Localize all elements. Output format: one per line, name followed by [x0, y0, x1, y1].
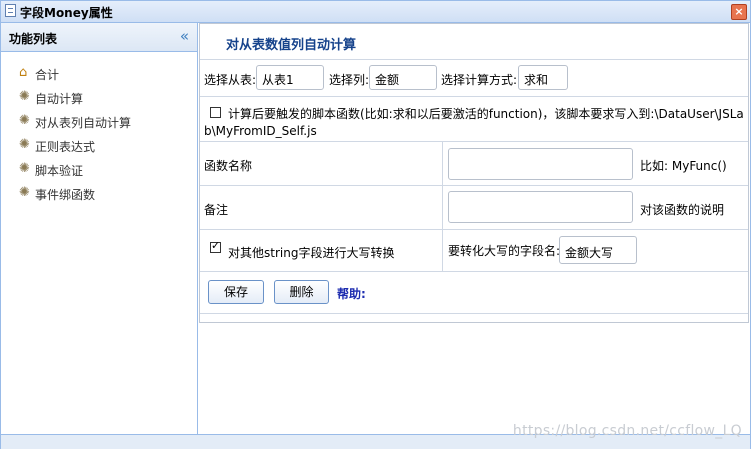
help-link[interactable]: 帮助: — [337, 285, 366, 302]
func-name-row: 函数名称 比如: MyFunc() — [200, 141, 748, 185]
func-name-input[interactable] — [448, 148, 633, 180]
delete-button[interactable]: 删除 — [274, 280, 329, 304]
column-divider — [442, 142, 443, 185]
sidebar-item-script-validate[interactable]: ✺ 脚本验证 — [19, 161, 131, 188]
sidebar-item-auto-calc[interactable]: ✺ 自动计算 — [19, 89, 131, 116]
uppercase-field-input[interactable]: 金额大写 — [559, 236, 637, 264]
sidebar-item-dtl-auto-calc[interactable]: ✺ 对从表列自动计算 — [19, 113, 132, 140]
func-name-hint: 比如: MyFunc() — [640, 159, 727, 173]
window-title: 字段Money属性 — [20, 6, 113, 20]
sidebar-item-label: 正则表达式 — [35, 140, 96, 154]
uppercase-field-label: 要转化大写的字段名: — [448, 244, 561, 258]
sidebar-title: 功能列表 — [9, 32, 58, 46]
sidebar-item-regex[interactable]: ✺ 正则表达式 — [19, 137, 131, 164]
close-icon[interactable]: × — [731, 4, 747, 20]
column-divider — [442, 230, 443, 271]
collapse-icon[interactable]: « — [180, 27, 189, 45]
select-row: 选择从表: 从表1 选择列: 金额 选择计算方式: 求和 — [200, 59, 748, 96]
script-checkbox[interactable] — [210, 107, 221, 118]
select-dtl-field[interactable]: 从表1 — [256, 65, 324, 90]
gear-icon: ✺ — [19, 185, 30, 200]
uppercase-label: 对其他string字段进行大写转换 — [228, 246, 395, 260]
document-icon — [5, 4, 16, 17]
remark-input[interactable] — [448, 191, 633, 223]
select-col-label: 选择列: — [329, 73, 370, 87]
func-name-label: 函数名称 — [204, 159, 253, 173]
calc-mode-field[interactable]: 求和 — [518, 65, 568, 90]
calc-mode-label: 选择计算方式: — [441, 73, 518, 87]
title-bar: 字段Money属性 × — [1, 1, 750, 23]
sidebar-item-label: 合计 — [35, 68, 60, 82]
sidebar-item-label: 对从表列自动计算 — [35, 116, 132, 130]
sidebar-item-label: 自动计算 — [35, 92, 84, 106]
form-footer — [200, 313, 748, 322]
form-frame: 对从表数值列自动计算 选择从表: 从表1 选择列: 金额 选择计算方式: 求和 … — [199, 23, 749, 323]
uppercase-row: 对其他string字段进行大写转换 要转化大写的字段名: 金额大写 — [200, 229, 748, 271]
remark-hint: 对该函数的说明 — [640, 203, 725, 217]
select-dtl-label: 选择从表: — [204, 73, 257, 87]
select-col-field[interactable]: 金额 — [369, 65, 437, 90]
uppercase-checkbox[interactable] — [210, 239, 221, 253]
script-description-line1: 计算后要触发的脚本函数(比如:求和以后要激活的function)，该脚本要求写入… — [228, 107, 744, 121]
sidebar-item-event-bind[interactable]: ✺ 事件绑函数 — [19, 185, 131, 212]
gear-icon: ✺ — [19, 161, 30, 176]
gear-icon: ✺ — [19, 113, 30, 128]
save-button[interactable]: 保存 — [208, 280, 264, 304]
sidebar-item-sum[interactable]: ⌂ 合计 — [19, 65, 131, 92]
main-panel: 对从表数值列自动计算 选择从表: 从表1 选择列: 金额 选择计算方式: 求和 … — [199, 23, 749, 434]
remark-row: 备注 对该函数的说明 — [200, 185, 748, 229]
sidebar: 功能列表 « ⌂ 合计 ✺ 自动计算 ✺ 对从表列自动计算 ✺ 正则表达式 ✺ 脚本验证 … — [1, 23, 198, 434]
page-title: 对从表数值列自动计算 — [226, 38, 357, 53]
column-divider — [442, 186, 443, 229]
sidebar-item-label: 事件绑函数 — [35, 188, 96, 202]
properties-window: 字段Money属性 × 功能列表 « ⌂ 合计 ✺ 自动计算 ✺ 对从表列自动计算 ✺… — [0, 0, 751, 449]
script-row: 计算后要触发的脚本函数(比如:求和以后要激活的function)，该脚本要求写入… — [200, 96, 748, 141]
action-row: 保存 删除 帮助: — [200, 271, 748, 312]
sidebar-header: 功能列表 « — [1, 23, 197, 52]
watermark-text: https://blog.csdn.net/ccflow_LQ — [512, 423, 742, 439]
sidebar-item-label: 脚本验证 — [35, 164, 84, 178]
remark-label: 备注 — [204, 203, 229, 217]
sidebar-menu: ⌂ 合计 ✺ 自动计算 ✺ 对从表列自动计算 ✺ 正则表达式 ✺ 脚本验证 ✺ 事件绑函数 — [19, 65, 132, 212]
gear-icon: ✺ — [19, 89, 30, 104]
gear-icon: ✺ — [19, 137, 30, 152]
home-icon: ⌂ — [19, 65, 28, 80]
script-description-line2: b\MyFromID_Self.js — [204, 124, 317, 138]
